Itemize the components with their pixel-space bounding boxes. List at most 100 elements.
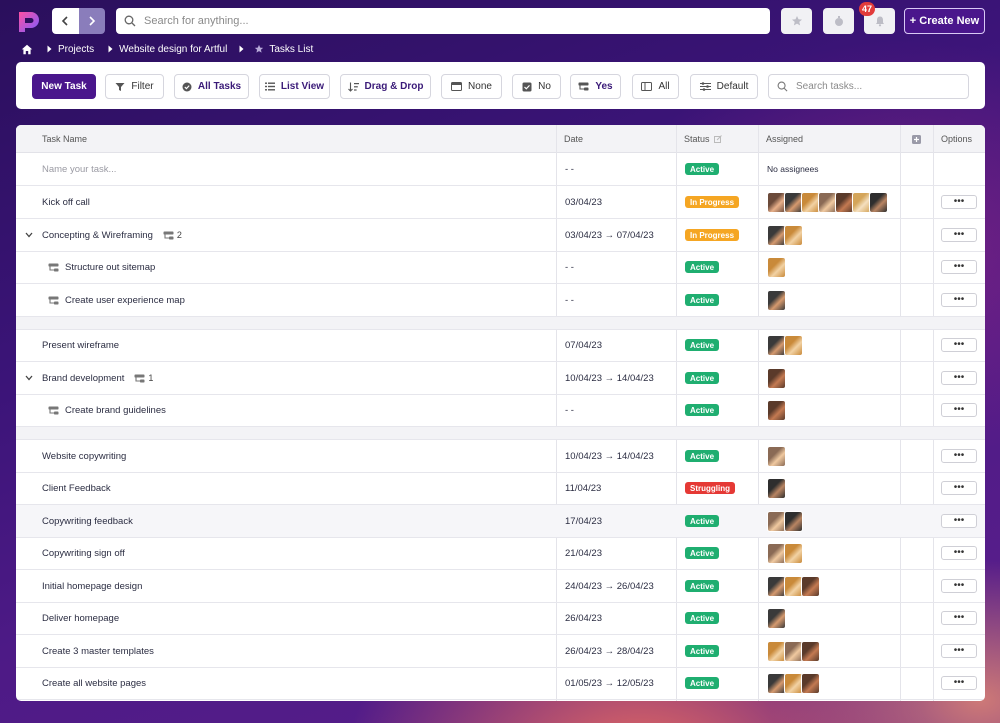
task-assignees[interactable] xyxy=(767,570,820,602)
task-status[interactable]: Active xyxy=(685,362,720,394)
task-date[interactable]: 07/04/23 xyxy=(565,329,602,361)
sort-default-button[interactable]: Default xyxy=(690,74,758,99)
avatar[interactable] xyxy=(801,575,820,597)
column-assigned[interactable]: Assigned xyxy=(766,125,803,153)
completed-no-button[interactable]: No xyxy=(512,74,561,99)
new-task-date[interactable]: - - xyxy=(565,153,574,185)
task-date[interactable]: 26/04/23 → 28/04/23 xyxy=(565,635,654,667)
task-row[interactable]: Copywriting feedback 17/04/23 Active ••• xyxy=(16,505,985,538)
task-options-button[interactable]: ••• xyxy=(941,293,977,307)
task-name-cell[interactable]: Create user experience map xyxy=(48,284,548,316)
task-name-cell[interactable]: Client Feedback xyxy=(42,472,542,504)
task-row[interactable]: Initial homepage design 24/04/23 → 26/04/… xyxy=(16,570,985,603)
task-name-cell[interactable]: Create all website pages xyxy=(42,667,542,699)
task-name-cell[interactable]: Initial homepage design xyxy=(42,570,542,602)
task-date[interactable]: 01/05/23 → 12/05/23 xyxy=(565,667,654,699)
global-search-input[interactable] xyxy=(144,15,744,27)
column-task-name[interactable]: Task Name xyxy=(42,125,87,153)
task-assignees[interactable] xyxy=(767,472,786,504)
task-options-button[interactable]: ••• xyxy=(941,579,977,593)
task-options-button[interactable]: ••• xyxy=(941,338,977,352)
expand-toggle[interactable] xyxy=(25,362,33,394)
star-icon[interactable] xyxy=(254,44,264,54)
task-date[interactable]: 17/04/23 xyxy=(565,505,602,537)
task-assignees[interactable] xyxy=(767,537,803,569)
task-status[interactable]: Active xyxy=(685,537,720,569)
task-options-button[interactable]: ••• xyxy=(941,514,977,528)
group-none-button[interactable]: None xyxy=(441,74,502,99)
task-status[interactable]: Active xyxy=(685,284,720,316)
task-date[interactable]: 10/04/23 → 14/04/23 xyxy=(565,440,654,472)
task-options-button[interactable]: ••• xyxy=(941,449,977,463)
avatar[interactable] xyxy=(801,640,820,662)
edit-icon[interactable] xyxy=(713,135,722,143)
task-status[interactable]: Active xyxy=(685,329,720,361)
task-assignees[interactable] xyxy=(767,505,803,537)
task-assignees[interactable] xyxy=(767,602,786,634)
task-name-cell[interactable]: Kick off call xyxy=(42,186,542,218)
task-row[interactable]: Copywriting sign off 21/04/23 Active ••• xyxy=(16,537,985,570)
timer-button[interactable] xyxy=(823,8,854,34)
task-assignees[interactable] xyxy=(767,440,786,472)
task-name-cell[interactable]: Concepting & Wireframing 2 xyxy=(42,219,542,251)
task-options-button[interactable]: ••• xyxy=(941,676,977,690)
task-status[interactable]: Active xyxy=(685,251,720,283)
task-assignees[interactable] xyxy=(767,635,820,667)
task-assignees[interactable] xyxy=(767,251,786,283)
task-assignees[interactable] xyxy=(767,329,803,361)
task-date[interactable]: 21/04/23 xyxy=(565,537,602,569)
new-task-status[interactable]: Active xyxy=(685,153,720,185)
task-name-cell[interactable]: Create brand guidelines xyxy=(48,394,548,426)
task-name-cell[interactable]: Create 3 master templates xyxy=(42,635,542,667)
task-options-button[interactable]: ••• xyxy=(941,644,977,658)
task-date[interactable]: 26/04/23 xyxy=(565,602,602,634)
avatar[interactable] xyxy=(767,289,786,311)
subtasks-yes-button[interactable]: Yes xyxy=(570,74,621,99)
back-button[interactable] xyxy=(52,8,79,34)
global-search[interactable] xyxy=(116,8,770,34)
avatar[interactable] xyxy=(767,367,786,389)
task-options-button[interactable]: ••• xyxy=(941,195,977,209)
task-assignees[interactable] xyxy=(767,284,786,316)
avatar[interactable] xyxy=(784,510,803,532)
avatar[interactable] xyxy=(767,477,786,499)
avatar[interactable] xyxy=(869,191,888,213)
task-date[interactable]: 24/04/23 → 26/04/23 xyxy=(565,570,654,602)
avatar[interactable] xyxy=(767,256,786,278)
task-status[interactable]: In Progress xyxy=(685,186,740,218)
task-search[interactable] xyxy=(768,74,969,99)
task-name-cell[interactable]: Present wireframe xyxy=(42,329,542,361)
task-name-cell[interactable]: Structure out sitemap xyxy=(48,251,548,283)
breadcrumb-project[interactable]: Website design for Artful xyxy=(119,44,227,55)
task-status[interactable]: Struggling xyxy=(685,472,735,504)
task-date[interactable]: 03/04/23 xyxy=(565,186,602,218)
task-status[interactable]: Active xyxy=(685,635,720,667)
breadcrumb-projects[interactable]: Projects xyxy=(58,44,94,55)
new-task-assigned[interactable]: No assignees xyxy=(767,153,819,185)
create-new-button[interactable]: + Create New xyxy=(904,8,985,34)
subtask-row[interactable]: Create brand guidelines - - Active ••• xyxy=(16,394,985,427)
task-date[interactable]: - - xyxy=(565,284,574,316)
app-logo-icon[interactable] xyxy=(16,9,42,35)
task-date[interactable]: 11/04/23 xyxy=(565,472,601,504)
drag-drop-button[interactable]: Drag & Drop xyxy=(340,74,431,99)
task-row[interactable]: Website copywriting 10/04/23 → 14/04/23 Ac… xyxy=(16,440,985,473)
task-options-button[interactable]: ••• xyxy=(941,260,977,274)
task-assignees[interactable] xyxy=(767,667,820,699)
task-name-cell[interactable]: Copywriting sign off xyxy=(42,537,542,569)
task-date[interactable]: - - xyxy=(565,394,574,426)
avatar[interactable] xyxy=(767,445,786,467)
task-options-button[interactable]: ••• xyxy=(941,546,977,560)
task-status[interactable]: Active xyxy=(685,505,720,537)
task-status[interactable]: Active xyxy=(685,440,720,472)
task-date[interactable]: - - xyxy=(565,251,574,283)
task-assignees[interactable] xyxy=(767,186,888,218)
task-status[interactable]: Active xyxy=(685,667,720,699)
task-row[interactable]: Present wireframe 07/04/23 Active ••• xyxy=(16,329,985,362)
task-name-cell[interactable]: Copywriting feedback xyxy=(42,505,542,537)
avatar[interactable] xyxy=(784,224,803,246)
task-options-button[interactable]: ••• xyxy=(941,403,977,417)
task-date[interactable]: 10/04/23 → 14/04/23 xyxy=(565,362,654,394)
favorites-button[interactable] xyxy=(781,8,812,34)
task-options-button[interactable]: ••• xyxy=(941,611,977,625)
